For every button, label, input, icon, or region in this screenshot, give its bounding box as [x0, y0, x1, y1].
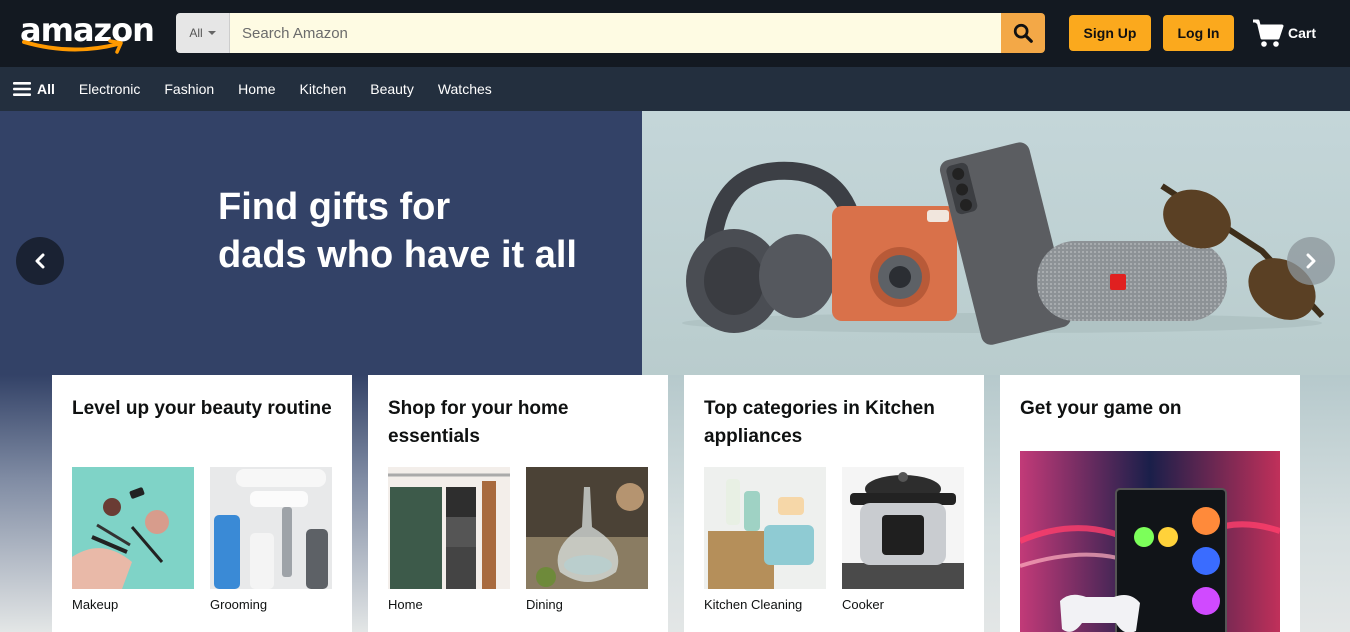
- home-image: [388, 467, 510, 589]
- search-category-label: All: [189, 26, 203, 40]
- tile-label: Grooming: [210, 597, 268, 612]
- hero-product-image: [642, 111, 1350, 375]
- gaming-pc-image[interactable]: [1020, 451, 1280, 632]
- tile-dining[interactable]: Dining: [526, 467, 648, 612]
- gift-products-illustration: [682, 142, 1325, 345]
- sign-up-button[interactable]: Sign Up: [1069, 15, 1151, 51]
- logo-smile-icon: [22, 39, 123, 54]
- hero-headline: Find gifts for dads who have it all: [218, 183, 618, 279]
- search-bar: All: [176, 13, 1045, 53]
- nav-all-label: All: [37, 81, 55, 97]
- tile-home[interactable]: Home: [388, 467, 510, 612]
- card-gaming: Get your game on: [1000, 375, 1300, 632]
- nav-item-watches[interactable]: Watches: [438, 81, 492, 97]
- search-category-dropdown[interactable]: All: [176, 13, 230, 53]
- nav-item-home[interactable]: Home: [238, 81, 275, 97]
- chevron-right-icon: [1306, 253, 1316, 269]
- carousel-prev-button[interactable]: [16, 237, 64, 285]
- card-title[interactable]: Shop for your home essentials: [388, 395, 648, 467]
- tile-label: Cooker: [842, 597, 884, 612]
- top-header: amazon All Sign Up Log In Cart: [0, 0, 1350, 67]
- tile-label: Makeup: [72, 597, 119, 612]
- hero-headline-line2: dads who have it all: [218, 234, 577, 276]
- tile-cooker[interactable]: Cooker: [842, 467, 964, 612]
- card-kitchen: Top categories in Kitchen appliances Kit…: [684, 375, 984, 632]
- card-home: Shop for your home essentials Home Dinin…: [368, 375, 668, 632]
- cooker-image: [842, 467, 964, 589]
- tile-label: Kitchen Cleaning: [704, 597, 803, 612]
- hero-headline-line1: Find gifts for: [218, 186, 451, 228]
- amazon-logo[interactable]: amazon: [20, 10, 155, 56]
- nav-item-fashion[interactable]: Fashion: [164, 81, 214, 97]
- tile-makeup[interactable]: Makeup: [72, 467, 194, 612]
- nav-all-menu[interactable]: All: [13, 81, 55, 97]
- search-icon: [1013, 23, 1033, 43]
- tile-label: Home: [388, 597, 423, 612]
- makeup-image: [72, 467, 194, 589]
- search-input[interactable]: [230, 13, 1001, 53]
- search-button[interactable]: [1001, 13, 1045, 53]
- cart-icon: [1253, 19, 1284, 47]
- dining-image: [526, 467, 648, 589]
- nav-item-beauty[interactable]: Beauty: [370, 81, 414, 97]
- tile-label: Dining: [526, 597, 563, 612]
- card-beauty: Level up your beauty routine Makeup Groo…: [52, 375, 352, 632]
- nav-item-electronic[interactable]: Electronic: [79, 81, 140, 97]
- caret-down-icon: [207, 31, 216, 35]
- carousel-next-button[interactable]: [1287, 237, 1335, 285]
- cart-button[interactable]: Cart: [1252, 17, 1316, 49]
- category-nav: All Electronic Fashion Home Kitchen Beau…: [0, 67, 1350, 111]
- chevron-left-icon: [35, 253, 45, 269]
- card-title[interactable]: Top categories in Kitchen appliances: [704, 395, 964, 467]
- kitchen-cleaning-image: [704, 467, 826, 589]
- menu-icon: [13, 82, 31, 96]
- nav-item-kitchen[interactable]: Kitchen: [300, 81, 347, 97]
- tile-grooming[interactable]: Grooming: [210, 467, 332, 612]
- card-title[interactable]: Level up your beauty routine: [72, 395, 332, 467]
- grooming-image: [210, 467, 332, 589]
- tile-kitchen-cleaning[interactable]: Kitchen Cleaning: [704, 467, 826, 612]
- log-in-button[interactable]: Log In: [1163, 15, 1234, 51]
- cart-label: Cart: [1288, 25, 1317, 41]
